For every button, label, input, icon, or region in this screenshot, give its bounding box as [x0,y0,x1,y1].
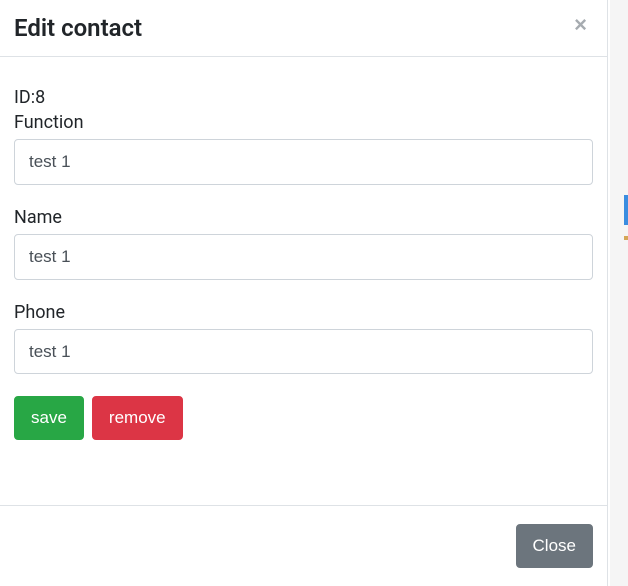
phone-label: Phone [14,302,593,323]
function-input[interactable] [14,139,593,185]
id-label: ID: [14,87,35,108]
name-input[interactable] [14,234,593,280]
name-label: Name [14,207,593,228]
close-button[interactable]: Close [516,524,593,568]
close-icon[interactable]: × [570,14,591,36]
function-group: Function [14,112,593,185]
save-button[interactable]: save [14,396,84,440]
modal-title: Edit contact [14,14,142,42]
contact-id: ID:8 [14,87,593,108]
background-hint [610,0,628,586]
function-label: Function [14,112,593,133]
phone-input[interactable] [14,329,593,375]
phone-group: Phone [14,302,593,375]
modal-header: Edit contact × [0,0,607,57]
modal-body: ID:8 Function Name Phone save remove [0,57,607,505]
bg-accent-2 [624,236,628,240]
name-group: Name [14,207,593,280]
id-value: 8 [35,87,45,108]
action-buttons: save remove [14,396,593,440]
remove-button[interactable]: remove [92,396,183,440]
bg-accent-1 [624,195,628,225]
modal-footer: Close [0,505,607,586]
edit-contact-modal: Edit contact × ID:8 Function Name Phone … [0,0,608,586]
